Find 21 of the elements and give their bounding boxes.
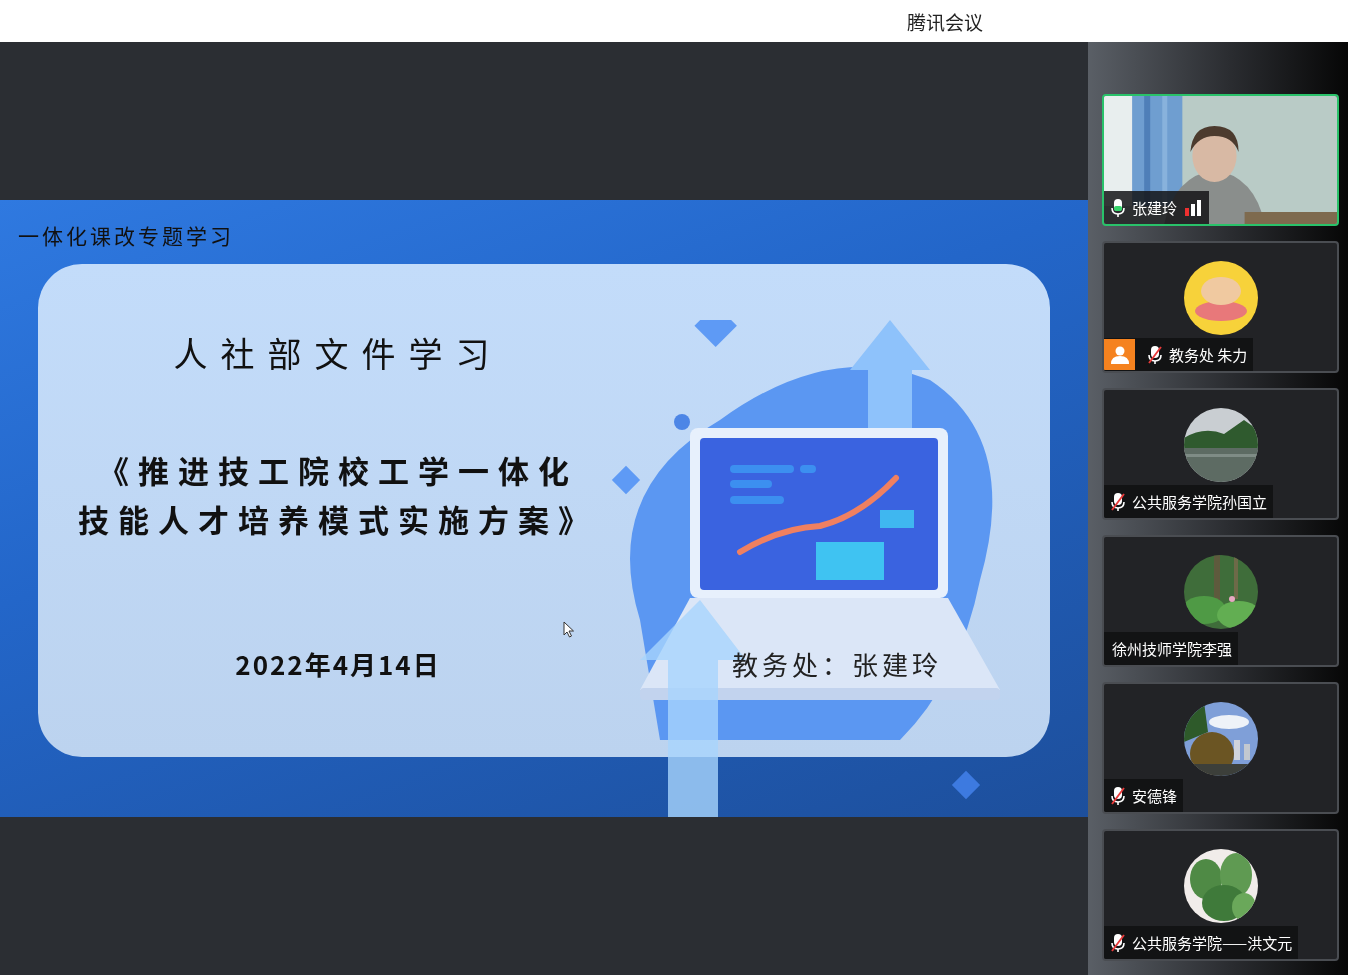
participant-tile[interactable]: 公共服务学院——洪文元: [1102, 829, 1339, 961]
cursor-icon: [563, 621, 575, 638]
participant-tile[interactable]: 教务处 朱力: [1102, 241, 1339, 373]
app-title: 腾讯会议: [907, 7, 983, 35]
slide-header: 一体化课改专题学习: [18, 220, 234, 250]
presenter-label: 教务处：张建玲: [732, 645, 942, 682]
slide-date: 2022年4月14日: [235, 645, 441, 682]
participant-tile[interactable]: 公共服务学院孙国立: [1102, 388, 1339, 520]
participant-name: 徐州技师学院李强: [1112, 638, 1232, 659]
participant-name: 公共服务学院——洪文元: [1132, 932, 1293, 953]
slide-subtitle: 《推进技工院校工学一体化: [98, 447, 578, 492]
participant-tile[interactable]: 安德锋: [1102, 682, 1339, 814]
participant-name: 教务处 朱力: [1169, 344, 1248, 365]
slide-title: 人社部文件学习: [173, 328, 503, 377]
participant-tile[interactable]: 张建玲: [1102, 94, 1339, 226]
slide-subtitle: 技能人才培养模式实施方案》: [78, 496, 598, 541]
signal-bars-icon: [1183, 199, 1203, 216]
participant-tile[interactable]: 徐州技师学院李强: [1102, 535, 1339, 667]
participant-name: 张建玲: [1132, 197, 1177, 218]
participant-name: 公共服务学院孙国立: [1132, 491, 1267, 512]
participant-name: 安德锋: [1132, 785, 1177, 806]
